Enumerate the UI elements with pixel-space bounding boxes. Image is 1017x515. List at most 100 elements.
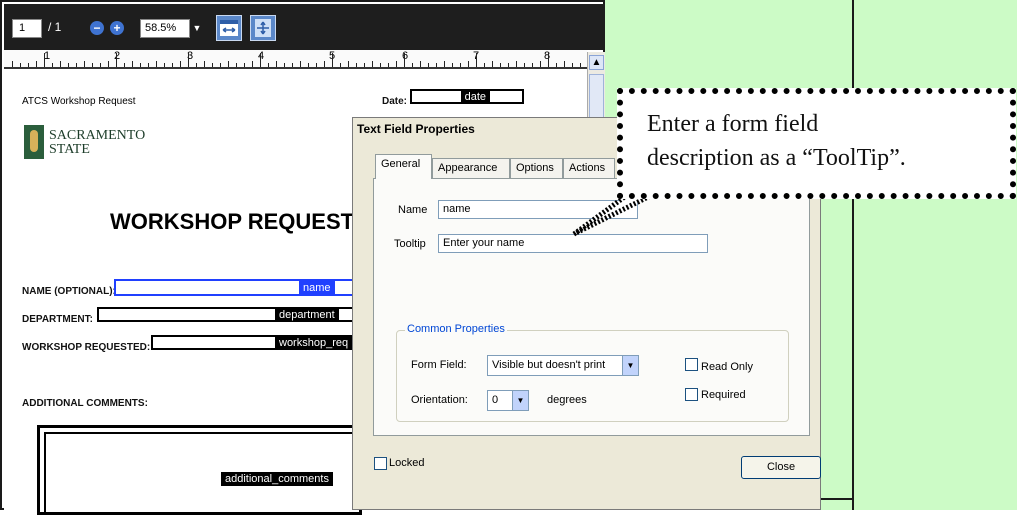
ruler-tick — [564, 61, 565, 67]
date-field[interactable]: date — [410, 89, 524, 104]
ruler-tick — [100, 63, 101, 67]
logo-text: SACRAMENTO STATE — [49, 129, 145, 157]
ruler-tick — [292, 63, 293, 67]
zoom-out-icon[interactable]: − — [90, 21, 104, 35]
name-field-label: Name — [398, 204, 428, 216]
tab-appearance[interactable]: Appearance — [432, 158, 510, 178]
ruler-tick — [492, 61, 493, 67]
common-properties-group: Common Properties Form Field: Visible bu… — [396, 323, 789, 422]
ruler-tick — [388, 63, 389, 67]
ruler-tick — [380, 63, 381, 67]
ruler-tick — [188, 53, 189, 67]
chevron-down-icon[interactable]: ▼ — [190, 19, 204, 38]
scroll-up-icon[interactable]: ▲ — [589, 55, 604, 70]
group-title: Common Properties — [405, 323, 507, 335]
document-header: ATCS Workshop Request — [22, 96, 136, 107]
chevron-down-icon[interactable]: ▼ — [622, 356, 638, 375]
workshop-field-name: workshop_req — [275, 336, 353, 350]
date-field-name: date — [460, 90, 490, 104]
tab-options[interactable]: Options — [510, 158, 563, 178]
ruler-tick — [84, 61, 85, 67]
callout-text: Enter a form field description as a “Too… — [647, 107, 906, 175]
ruler-tick — [36, 61, 37, 67]
ruler-tick — [204, 61, 205, 67]
dialog-title: Text Field Properties — [357, 122, 475, 136]
form-field-select[interactable]: Visible but doesn't print ▼ — [487, 355, 639, 376]
zoom-in-icon[interactable]: + — [110, 21, 124, 35]
frame-border — [852, 0, 854, 510]
ruler-tick — [212, 63, 213, 67]
form-field-label: Form Field: — [411, 359, 467, 371]
logo-line: STATE — [49, 142, 90, 157]
ruler-tick — [476, 53, 477, 67]
comments-field-name: additional_comments — [221, 472, 333, 486]
ruler-tick — [324, 61, 325, 67]
ruler-tick — [20, 63, 21, 67]
ruler-tick — [532, 63, 533, 67]
page-title: WORKSHOP REQUEST — [110, 209, 355, 234]
ruler-tick — [412, 63, 413, 67]
ruler-tick — [540, 61, 541, 67]
ruler-tick — [156, 61, 157, 67]
ruler-tick — [148, 63, 149, 67]
ruler-tick — [420, 61, 421, 67]
callout-line: Enter a form field — [647, 111, 819, 137]
ruler-tick — [244, 63, 245, 67]
ruler-tick — [12, 61, 13, 67]
viewer-toolbar: 1 / 1 − + 58.5% ▼ — [4, 4, 605, 50]
fit-width-icon[interactable] — [216, 15, 242, 41]
department-label: DEPARTMENT: — [22, 314, 93, 325]
ruler-tick — [364, 63, 365, 67]
callout-line: description as a “ToolTip”. — [647, 145, 906, 171]
ruler-tick — [68, 63, 69, 67]
ruler-tick — [92, 63, 93, 67]
ruler-tick — [556, 63, 557, 67]
ruler-tick — [308, 63, 309, 67]
form-field-value: Visible but doesn't print — [492, 359, 606, 371]
ruler-tick — [44, 53, 45, 67]
ruler-tick — [220, 63, 221, 67]
tab-actions[interactable]: Actions — [563, 158, 615, 178]
tooltip-callout: Enter a form field description as a “Too… — [617, 88, 1016, 199]
ruler-tick — [164, 63, 165, 67]
required-checkbox[interactable] — [685, 388, 698, 401]
degrees-label: degrees — [547, 394, 587, 406]
department-field[interactable]: department — [97, 307, 359, 322]
ruler-tick — [284, 63, 285, 67]
ruler-tick — [236, 63, 237, 67]
ruler-tick — [484, 63, 485, 67]
ruler-tick — [580, 63, 581, 67]
name-field-name: name — [299, 281, 335, 295]
ruler-tick — [516, 61, 517, 67]
read-only-label: Read Only — [701, 361, 753, 373]
ruler-tick — [332, 53, 333, 67]
ruler-tick — [28, 63, 29, 67]
workshop-field[interactable]: workshop_req — [151, 335, 359, 350]
ruler-tick — [524, 63, 525, 67]
ruler-tick — [132, 61, 133, 67]
page-number-input[interactable]: 1 — [12, 19, 42, 38]
chevron-down-icon[interactable]: ▼ — [512, 391, 528, 410]
ruler-tick — [404, 53, 405, 67]
department-field-name: department — [275, 308, 339, 322]
read-only-checkbox[interactable] — [685, 358, 698, 371]
comments-field[interactable]: additional_comments — [37, 425, 362, 515]
orientation-select[interactable]: 0 ▼ — [487, 390, 529, 411]
ruler-tick — [116, 53, 117, 67]
ruler-tick — [372, 61, 373, 67]
ruler-tick — [52, 63, 53, 67]
required-label: Required — [701, 389, 746, 401]
locked-checkbox[interactable] — [374, 457, 387, 470]
locked-label: Locked — [389, 457, 425, 469]
ruler-tick — [60, 61, 61, 67]
tab-general[interactable]: General — [375, 154, 432, 179]
ruler-tick — [348, 61, 349, 67]
zoom-level-input[interactable]: 58.5% — [140, 19, 190, 38]
ruler-tick — [108, 61, 109, 67]
ruler-tick — [436, 63, 437, 67]
workshop-label: WORKSHOP REQUESTED: — [22, 342, 151, 353]
close-button[interactable]: Close — [741, 456, 821, 479]
name-field[interactable]: name — [114, 279, 359, 296]
fit-page-icon[interactable] — [250, 15, 276, 41]
ruler-tick — [508, 63, 509, 67]
